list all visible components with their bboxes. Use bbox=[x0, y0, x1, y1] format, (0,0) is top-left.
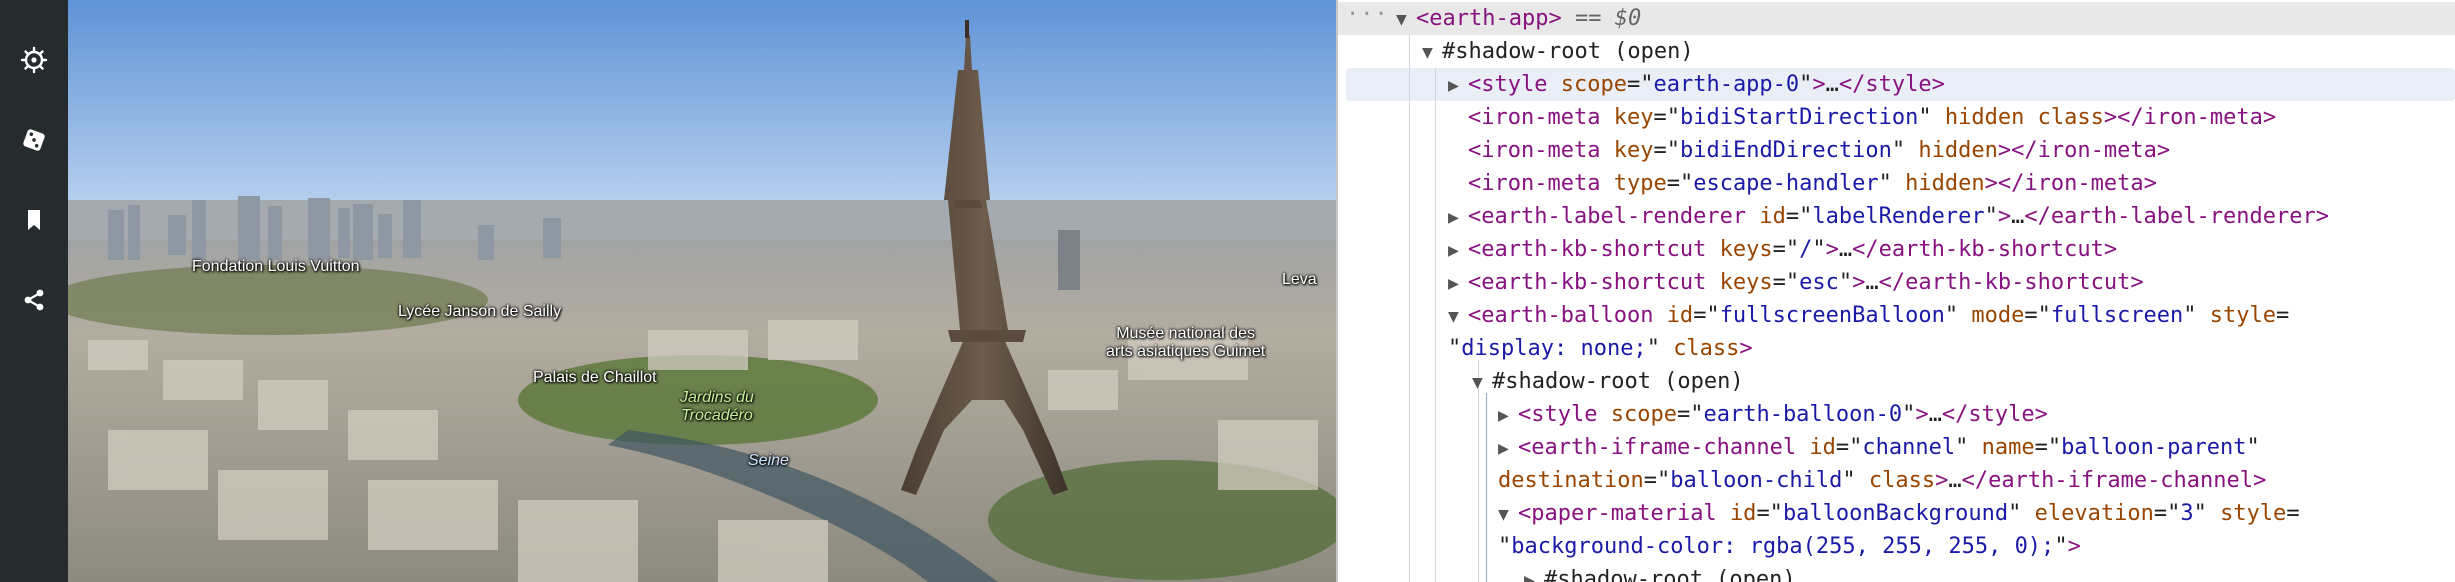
label-levallois-partial[interactable]: Leva bbox=[1282, 271, 1317, 289]
left-sidebar bbox=[0, 0, 68, 582]
label-musee-line1: Musée national des bbox=[1116, 325, 1255, 342]
label-palais-de-chaillot[interactable]: Palais de Chaillot bbox=[533, 369, 657, 387]
expanded-triangle-icon[interactable]: ▼ bbox=[1448, 300, 1468, 333]
collapsed-triangle-icon[interactable]: ▶ bbox=[1448, 267, 1468, 300]
node-earth-app[interactable]: ▼ <earth-app> == $0 bbox=[1396, 2, 1641, 35]
label-musee-guimet[interactable]: Musée national des arts asiatiques Guime… bbox=[1106, 325, 1265, 360]
node-paper-shadow-root[interactable]: ▶ #shadow-root (open) bbox=[1524, 563, 1796, 582]
bookmark-icon bbox=[28, 210, 40, 230]
node-style[interactable]: ▶ <style scope="earth-app-0">…</style> bbox=[1448, 68, 1945, 101]
label-jardins-line2: Trocadéro bbox=[681, 406, 753, 424]
node-iron-meta-start[interactable]: <iron-meta key="bidiStartDirection" hidd… bbox=[1468, 101, 2276, 134]
collapsed-triangle-icon[interactable]: ▶ bbox=[1448, 69, 1468, 102]
dice-icon bbox=[23, 129, 45, 151]
node-earth-iframe-channel-cont[interactable]: destination="balloon-child" class>…</ear… bbox=[1498, 464, 2266, 497]
node-earth-label-renderer[interactable]: ▶ <earth-label-renderer id="labelRenderer… bbox=[1448, 200, 2329, 233]
collapsed-triangle-icon[interactable]: ▶ bbox=[1524, 564, 1544, 582]
expanded-triangle-icon[interactable]: ▼ bbox=[1422, 36, 1442, 69]
label-musee-line2: arts asiatiques Guimet bbox=[1106, 342, 1266, 360]
node-earth-balloon-cont[interactable]: "display: none;" class> bbox=[1448, 332, 1753, 365]
node-earth-kb-shortcut-esc[interactable]: ▶ <earth-kb-shortcut keys="esc">…</earth-… bbox=[1448, 266, 2144, 299]
node-earth-balloon[interactable]: ▼ <earth-balloon id="fullscreenBalloon" m… bbox=[1448, 299, 2289, 332]
label-jardins-line1: Jardins du bbox=[680, 389, 754, 406]
node-iron-meta-escape[interactable]: <iron-meta type="escape-handler" hidden>… bbox=[1468, 167, 2157, 200]
label-lycee-janson[interactable]: Lycée Janson de Sailly bbox=[398, 303, 561, 321]
node-paper-material-cont[interactable]: "background-color: rgba(255, 255, 255, 0… bbox=[1498, 530, 2081, 563]
share-icon bbox=[24, 289, 44, 311]
collapsed-triangle-icon[interactable]: ▶ bbox=[1498, 432, 1518, 465]
map-viewport[interactable]: Fondation Louis Vuitton Lycée Janson de … bbox=[68, 0, 1336, 582]
label-jardins-trocadero[interactable]: Jardins du Trocadéro bbox=[680, 389, 754, 424]
voyager-button[interactable] bbox=[14, 40, 54, 80]
collapsed-triangle-icon[interactable]: ▶ bbox=[1498, 399, 1518, 432]
paris-3d-scene bbox=[68, 0, 1336, 582]
devtools-elements-panel: ··· ▼ <earth-app> == $0 ▼ #shadow-root (op… bbox=[1338, 0, 2455, 582]
selected-node-marker: == $0 bbox=[1574, 6, 1642, 31]
label-fondation-louis-vuitton[interactable]: Fondation Louis Vuitton bbox=[192, 258, 360, 276]
share-button[interactable] bbox=[14, 280, 54, 320]
voyager-icon bbox=[20, 46, 48, 74]
node-earth-kb-shortcut-slash[interactable]: ▶ <earth-kb-shortcut keys="/">…</earth-kb… bbox=[1448, 233, 2117, 266]
node-balloon-style[interactable]: ▶ <style scope="earth-balloon-0">…</style… bbox=[1498, 398, 2048, 431]
node-paper-material[interactable]: ▼ <paper-material id="balloonBackground" … bbox=[1498, 497, 2300, 530]
node-iron-meta-end[interactable]: <iron-meta key="bidiEndDirection" hidden… bbox=[1468, 134, 2170, 167]
indent-guide bbox=[1435, 68, 1436, 582]
node-shadow-root[interactable]: ▼ #shadow-root (open) bbox=[1422, 35, 1694, 68]
indent-guide-active bbox=[1486, 393, 1487, 582]
collapsed-triangle-icon[interactable]: ▶ bbox=[1448, 234, 1468, 267]
indent-guide bbox=[1409, 35, 1410, 582]
feeling-lucky-button[interactable] bbox=[14, 120, 54, 160]
collapsed-triangle-icon[interactable]: ▶ bbox=[1448, 201, 1468, 234]
node-earth-iframe-channel[interactable]: ▶ <earth-iframe-channel id="channel" name… bbox=[1498, 431, 2260, 464]
expanded-triangle-icon[interactable]: ▼ bbox=[1472, 366, 1492, 399]
more-actions-icon[interactable]: ··· bbox=[1346, 2, 1389, 27]
expanded-triangle-icon[interactable]: ▼ bbox=[1396, 3, 1416, 36]
label-seine: Seine bbox=[748, 452, 789, 469]
expanded-triangle-icon[interactable]: ▼ bbox=[1498, 498, 1518, 531]
projects-button[interactable] bbox=[14, 200, 54, 240]
node-balloon-shadow-root[interactable]: ▼ #shadow-root (open) bbox=[1472, 365, 1744, 398]
